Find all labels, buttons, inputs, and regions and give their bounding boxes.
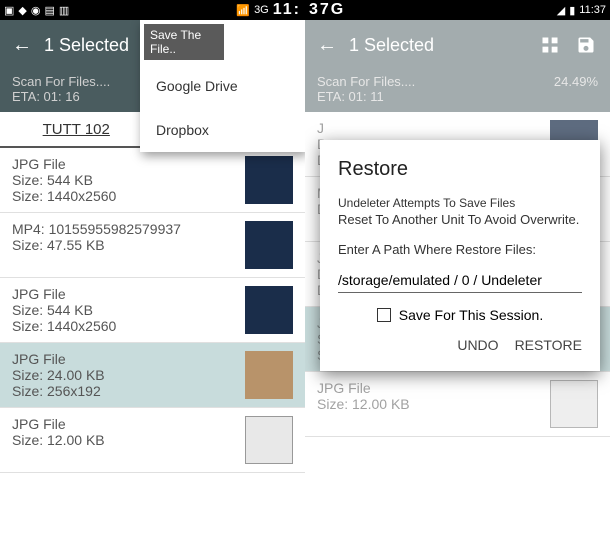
notification-icon: ▥ bbox=[59, 4, 69, 17]
thumbnail bbox=[245, 351, 293, 399]
status-bar: 37G ◢ ▮ 11:37 bbox=[305, 0, 610, 20]
dialog-text: Enter A Path Where Restore Files: bbox=[338, 241, 582, 259]
grid-icon[interactable] bbox=[538, 33, 562, 57]
thumbnail bbox=[550, 380, 598, 428]
clock-partial: 11: bbox=[273, 1, 301, 19]
file-type: MP4: 10155955982579937 bbox=[12, 221, 237, 237]
dropdown-option-dropbox[interactable]: Dropbox bbox=[140, 108, 305, 152]
file-size: Size: 24.00 KB bbox=[12, 367, 237, 383]
thumbnail bbox=[245, 156, 293, 204]
file-type: JPG File bbox=[12, 156, 237, 172]
app-header: ← 1 Selected bbox=[305, 20, 610, 70]
signal-icon: ◢ bbox=[557, 4, 565, 17]
scan-progress: 24.49% bbox=[554, 74, 598, 89]
file-type: JPG File bbox=[12, 286, 237, 302]
scan-info: Scan For Files.... 24.49% ETA: 01: 11 bbox=[305, 70, 610, 112]
list-item[interactable]: MP4: 10155955982579937 Size: 47.55 KB bbox=[0, 213, 305, 278]
list-item[interactable]: JPG File Size: 12.00 KB bbox=[305, 372, 610, 437]
thumbnail bbox=[245, 286, 293, 334]
scan-label: Scan For Files.... bbox=[317, 74, 415, 89]
notification-icon: ▣ bbox=[4, 4, 14, 17]
file-dimensions: Size: 1440x2560 bbox=[12, 318, 237, 334]
thumbnail bbox=[245, 221, 293, 269]
dropdown-option-gdrive[interactable]: Google Drive bbox=[140, 64, 305, 108]
file-dimensions: Size: 256x192 bbox=[12, 383, 237, 399]
restore-dialog: Restore Undeleter Attempts To Save Files… bbox=[320, 140, 600, 371]
list-item-selected[interactable]: JPG File Size: 24.00 KB Size: 256x192 bbox=[0, 343, 305, 408]
tab-all[interactable]: TUTT 102 bbox=[0, 112, 153, 148]
thumbnail bbox=[245, 416, 293, 464]
header-title: 1 Selected bbox=[44, 35, 129, 56]
clock-partial: 37G bbox=[309, 1, 345, 19]
notification-icon: ◉ bbox=[31, 4, 41, 17]
right-screenshot: 37G ◢ ▮ 11:37 ← 1 Selected Scan For File… bbox=[305, 0, 610, 542]
dialog-text: Undeleter Attempts To Save Files bbox=[338, 195, 582, 211]
notification-icon: ◆ bbox=[18, 4, 26, 17]
file-type: JPG File bbox=[12, 416, 237, 432]
file-size: Size: 544 KB bbox=[12, 172, 237, 188]
save-icon[interactable] bbox=[574, 33, 598, 57]
back-icon[interactable]: ← bbox=[12, 34, 32, 57]
file-type: JPG File bbox=[317, 380, 542, 396]
file-size: Size: 544 KB bbox=[12, 302, 237, 318]
clock: 11:37 bbox=[579, 4, 606, 16]
back-icon[interactable]: ← bbox=[317, 34, 337, 57]
file-dimensions: Size: 1440x2560 bbox=[12, 188, 237, 204]
dialog-text: Reset To Another Unit To Avoid Overwrite… bbox=[338, 211, 582, 229]
file-list: JPG File Size: 544 KB Size: 1440x2560 MP… bbox=[0, 148, 305, 473]
list-item[interactable]: JPG File Size: 544 KB Size: 1440x2560 bbox=[0, 278, 305, 343]
restore-button[interactable]: RESTORE bbox=[515, 337, 582, 353]
wifi-icon: 📶 bbox=[236, 4, 250, 17]
checkbox-label: Save For This Session. bbox=[399, 307, 543, 323]
dialog-title: Restore bbox=[338, 158, 582, 181]
checkbox-icon bbox=[377, 308, 391, 322]
header-title: 1 Selected bbox=[349, 35, 434, 56]
file-size: Size: 47.55 KB bbox=[12, 237, 237, 253]
scan-eta: ETA: 01: 11 bbox=[317, 89, 598, 104]
signal-label: 3G bbox=[254, 4, 269, 16]
file-size: Size: 12.00 KB bbox=[12, 432, 237, 448]
save-session-checkbox[interactable]: Save For This Session. bbox=[338, 307, 582, 323]
undo-button[interactable]: UNDO bbox=[457, 337, 498, 353]
dropdown-header: Save The File.. bbox=[144, 24, 224, 60]
file-type: JPG File bbox=[12, 351, 237, 367]
save-dropdown: Save The File.. Google Drive Dropbox bbox=[140, 20, 305, 152]
file-size: Size: 12.00 KB bbox=[317, 396, 542, 412]
status-bar: ▣ ◆ ◉ ▤ ▥ 📶 3G 11: bbox=[0, 0, 305, 20]
left-screenshot: ▣ ◆ ◉ ▤ ▥ 📶 3G 11: ← 1 Selected Scan For… bbox=[0, 0, 305, 542]
path-input[interactable]: /storage/emulated / 0 / Undeleter bbox=[338, 268, 582, 293]
list-item[interactable]: JPG File Size: 544 KB Size: 1440x2560 bbox=[0, 148, 305, 213]
list-item[interactable]: JPG File Size: 12.00 KB bbox=[0, 408, 305, 473]
file-type: J bbox=[317, 120, 542, 136]
battery-icon: ▮ bbox=[569, 4, 575, 17]
notification-icon: ▤ bbox=[44, 4, 54, 17]
